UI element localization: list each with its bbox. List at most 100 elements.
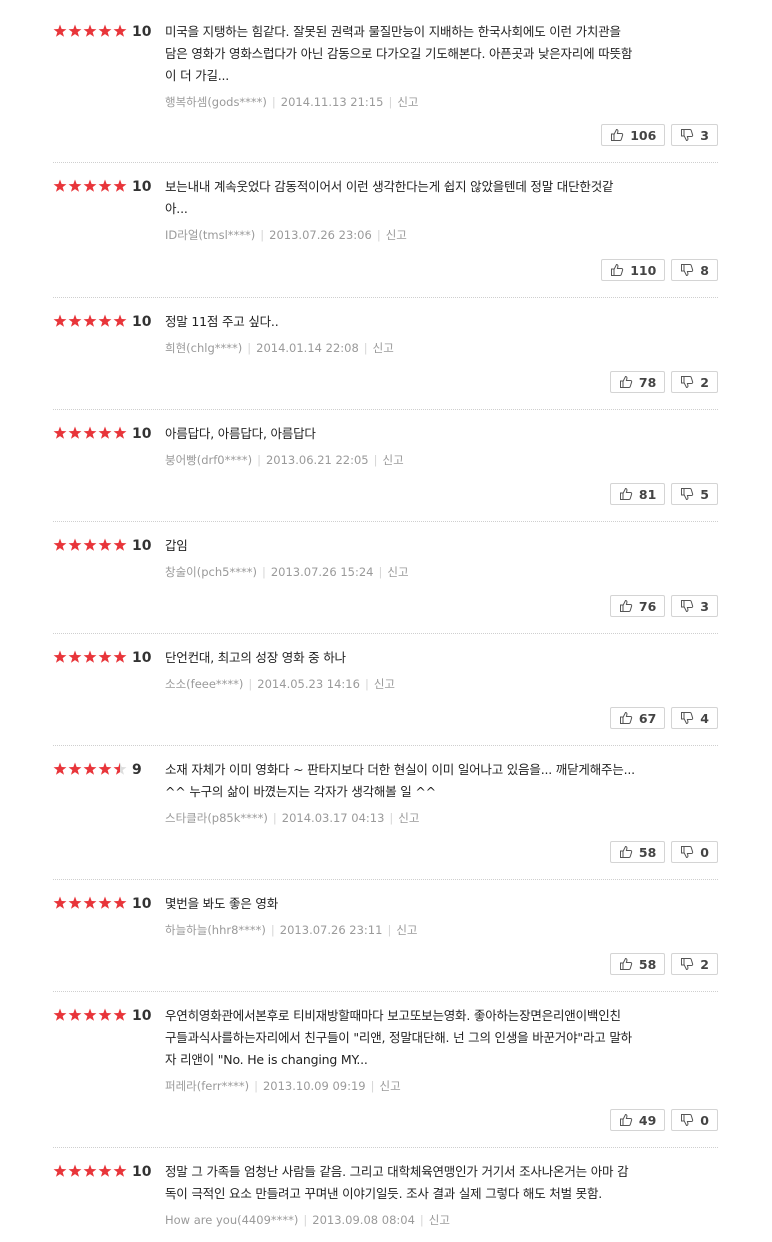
star-icon — [98, 314, 112, 327]
dislike-count: 5 — [700, 486, 709, 502]
star-icon — [53, 1164, 67, 1177]
star-icon — [113, 896, 127, 909]
review-score: 10 — [132, 896, 152, 912]
review-text: 미국을 지탱하는 힘같다. 잘못된 권력과 물질만능이 지배하는 한국사회에도 … — [165, 21, 705, 87]
dislike-button[interactable]: 0 — [671, 1109, 718, 1131]
star-icon — [113, 24, 127, 37]
star-icon — [113, 538, 127, 551]
thumbs-up-icon — [619, 375, 633, 389]
review-text-line: 담은 영화가 영화스럽다가 아닌 감동으로 다가오길 기도해본다. 아픈곳과 낮… — [165, 46, 633, 61]
dislike-button[interactable]: 2 — [671, 371, 718, 393]
star-icon — [83, 650, 97, 663]
meta-divider: | — [378, 565, 383, 579]
review-author[interactable]: 붕어빵(drf0****) — [165, 453, 252, 467]
star-icon — [68, 896, 82, 909]
report-link[interactable]: 신고 — [396, 923, 417, 937]
review-author[interactable]: 행복하셈(gods****) — [165, 95, 267, 109]
star-icon — [83, 1164, 97, 1177]
like-button[interactable]: 58 — [609, 841, 666, 863]
star-rating — [53, 1164, 128, 1180]
dislike-count: 8 — [700, 262, 709, 278]
thumbs-down-icon — [680, 128, 694, 142]
like-count: 58 — [638, 844, 657, 860]
star-rating — [53, 24, 128, 40]
dislike-button[interactable]: 3 — [671, 124, 718, 146]
star-rating — [53, 538, 128, 554]
report-link[interactable]: 신고 — [383, 453, 404, 467]
dislike-button[interactable]: 3 — [671, 595, 718, 617]
like-count: 67 — [638, 710, 657, 726]
thumbs-up-icon — [619, 957, 633, 971]
meta-divider: | — [247, 341, 252, 355]
review-author[interactable]: 하늘하늘(hhr8****) — [165, 923, 266, 937]
review-author[interactable]: 소소(feee****) — [165, 677, 243, 691]
review-author[interactable]: 희현(chlg****) — [165, 341, 242, 355]
dislike-button[interactable]: 8 — [671, 259, 718, 281]
star-icon — [98, 179, 112, 192]
review-score: 10 — [132, 179, 152, 195]
like-button[interactable]: 81 — [609, 483, 666, 505]
dislike-button[interactable]: 4 — [671, 707, 718, 729]
report-link[interactable]: 신고 — [374, 677, 395, 691]
vote-buttons: 49 0 — [609, 1109, 718, 1131]
star-rating — [53, 179, 128, 195]
star-icon — [83, 538, 97, 551]
meta-divider: | — [303, 1213, 308, 1227]
review-text: 몇번을 봐도 좋은 영화 — [165, 893, 705, 915]
report-link[interactable]: 신고 — [373, 341, 394, 355]
like-button[interactable]: 78 — [609, 371, 666, 393]
like-button[interactable]: 106 — [601, 124, 666, 146]
review-date: 2013.07.26 15:24 — [270, 565, 374, 579]
review-text-line: 몇번을 봐도 좋은 영화 — [165, 896, 279, 911]
review-date: 2014.03.17 04:13 — [281, 811, 385, 825]
dislike-count: 4 — [700, 710, 709, 726]
review-author[interactable]: 퍼레라(ferr****) — [165, 1079, 249, 1093]
star-rating — [53, 650, 128, 666]
like-count: 110 — [630, 262, 657, 278]
report-link[interactable]: 신고 — [429, 1213, 450, 1227]
thumbs-up-icon — [619, 487, 633, 501]
review-author[interactable]: How are you(4409****) — [165, 1213, 298, 1227]
star-icon — [53, 1008, 67, 1021]
review-author[interactable]: 창술이(pch5****) — [165, 565, 257, 579]
meta-divider: | — [364, 677, 369, 691]
dislike-count: 3 — [700, 598, 709, 614]
thumbs-down-icon — [680, 487, 694, 501]
report-link[interactable]: 신고 — [397, 95, 418, 109]
like-button[interactable]: 76 — [609, 595, 666, 617]
review-date: 2013.09.08 08:04 — [312, 1213, 415, 1227]
like-button[interactable]: 49 — [609, 1109, 666, 1131]
thumbs-up-icon — [610, 263, 624, 277]
review-author[interactable]: 스타클라(p85k****) — [165, 811, 268, 825]
report-link[interactable]: 신고 — [387, 565, 408, 579]
meta-divider: | — [248, 677, 253, 691]
review-item: 10 미국을 지탱하는 힘같다. 잘못된 권력과 물질만능이 지배하는 한국사회… — [0, 24, 772, 163]
review-author[interactable]: ID라얼(tmsl****) — [165, 228, 255, 242]
like-button[interactable]: 110 — [601, 259, 666, 281]
like-count: 49 — [638, 1112, 657, 1128]
review-text-line: ^^ 누구의 삶이 바꼈는지는 각자가 생각해볼 일 ^^ — [165, 784, 436, 799]
review-date: 2013.07.26 23:06 — [269, 228, 372, 242]
review-text-line: 우연히영화관에서본후로 티비재방할때마다 보고또보는영화. 좋아하는장면은리앤이… — [165, 1008, 621, 1023]
vote-buttons: 81 5 — [609, 483, 718, 505]
star-icon — [83, 426, 97, 439]
report-link[interactable]: 신고 — [386, 228, 407, 242]
star-icon — [53, 762, 67, 775]
dislike-count: 2 — [700, 374, 709, 390]
star-icon — [113, 426, 127, 439]
dislike-button[interactable]: 2 — [671, 953, 718, 975]
meta-divider: | — [388, 95, 393, 109]
review-text-line: 정말 11점 주고 싶다.. — [165, 314, 279, 329]
review-meta: 붕어빵(drf0****) | 2013.06.21 22:05 | 신고 — [165, 452, 404, 468]
dislike-button[interactable]: 5 — [671, 483, 718, 505]
report-link[interactable]: 신고 — [380, 1079, 401, 1093]
like-button[interactable]: 58 — [609, 953, 666, 975]
report-link[interactable]: 신고 — [398, 811, 419, 825]
review-score: 10 — [132, 24, 152, 40]
review-text-line: 보는내내 계속웃었다 감동적이어서 이런 생각한다는게 쉽지 않았을텐데 정말 … — [165, 179, 614, 194]
vote-buttons: 76 3 — [609, 595, 718, 617]
review-item: 10 몇번을 봐도 좋은 영화 하늘하늘(hhr8****) | 2013.07.2… — [0, 896, 772, 992]
like-button[interactable]: 67 — [609, 707, 666, 729]
dislike-button[interactable]: 0 — [671, 841, 718, 863]
star-icon — [53, 538, 67, 551]
